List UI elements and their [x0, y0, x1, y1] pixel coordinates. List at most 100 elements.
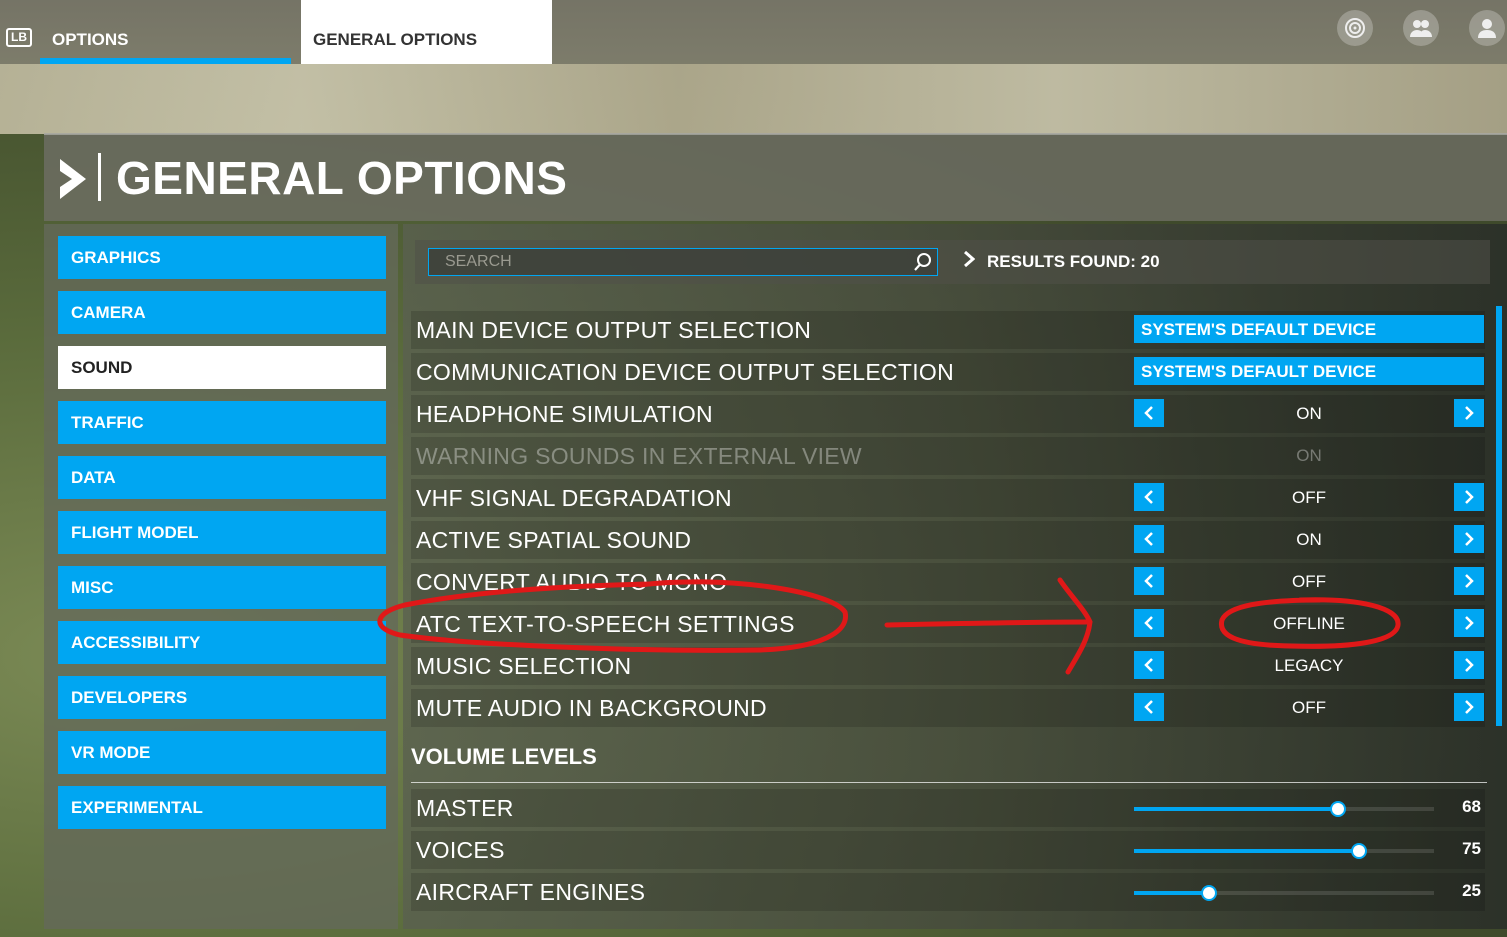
scrollbar[interactable]	[1496, 306, 1502, 726]
chevron-left-icon	[1144, 616, 1153, 630]
previous-value-button[interactable]	[1134, 483, 1164, 511]
previous-value-button[interactable]	[1134, 399, 1164, 427]
previous-value-button[interactable]	[1134, 651, 1164, 679]
sidebar-item-traffic[interactable]: TRAFFIC	[58, 401, 386, 444]
tab-options[interactable]: OPTIONS	[40, 0, 291, 64]
chevron-right-icon	[1465, 658, 1474, 672]
setting-row-music-selection: MUSIC SELECTION LEGACY	[411, 647, 1485, 685]
setting-row-communication-device-output: COMMUNICATION DEVICE OUTPUT SELECTION SY…	[411, 353, 1485, 391]
slider-value: 68	[1462, 797, 1481, 816]
previous-value-button[interactable]	[1134, 567, 1164, 595]
setting-row-atc-text-to-speech: ATC TEXT-TO-SPEECH SETTINGS OFFLINE	[411, 605, 1485, 643]
previous-value-button[interactable]	[1134, 693, 1164, 721]
chevron-right-icon	[1465, 574, 1474, 588]
setting-value: OFFLINE	[1273, 614, 1345, 633]
chevron-right-icon	[60, 159, 86, 199]
chevron-right-icon	[1465, 616, 1474, 630]
chevron-left-icon	[1144, 658, 1153, 672]
search-icon[interactable]	[913, 252, 933, 272]
previous-value-button[interactable]	[1134, 525, 1164, 553]
communication-device-output-dropdown[interactable]: SYSTEM'S DEFAULT DEVICE	[1134, 357, 1484, 385]
slider-value: 25	[1462, 881, 1481, 900]
setting-row-mute-audio-background: MUTE AUDIO IN BACKGROUND OFF	[411, 689, 1485, 727]
next-value-button[interactable]	[1454, 693, 1484, 721]
setting-label: MAIN DEVICE OUTPUT SELECTION	[416, 317, 812, 343]
slider-handle[interactable]	[1201, 885, 1217, 901]
chevron-left-icon	[1144, 406, 1153, 420]
chevron-right-icon	[963, 250, 976, 274]
sidebar-item-graphics[interactable]: GRAPHICS	[58, 236, 386, 279]
next-value-button[interactable]	[1454, 567, 1484, 595]
chevron-left-icon	[1144, 490, 1153, 504]
chevron-left-icon	[1144, 532, 1153, 546]
setting-label: ATC TEXT-TO-SPEECH SETTINGS	[416, 611, 795, 637]
setting-label: ACTIVE SPATIAL SOUND	[416, 527, 692, 553]
next-value-button[interactable]	[1454, 609, 1484, 637]
next-value-button[interactable]	[1454, 651, 1484, 679]
chevron-right-icon	[1465, 406, 1474, 420]
profile-icon[interactable]	[1469, 10, 1505, 46]
setting-row-active-spatial-sound: ACTIVE SPATIAL SOUND ON	[411, 521, 1485, 559]
chevron-right-icon	[1465, 700, 1474, 714]
next-value-button[interactable]	[1454, 483, 1484, 511]
next-value-button[interactable]	[1454, 399, 1484, 427]
setting-label: HEADPHONE SIMULATION	[416, 401, 713, 427]
setting-label: CONVERT AUDIO TO MONO	[416, 569, 728, 595]
slider-value: 75	[1462, 839, 1481, 858]
slider-fill	[1134, 849, 1359, 853]
setting-label: MUSIC SELECTION	[416, 653, 632, 679]
setting-label: VHF SIGNAL DEGRADATION	[416, 485, 732, 511]
search-bar: RESULTS FOUND: 20	[415, 240, 1490, 284]
volume-slider[interactable]	[1134, 885, 1434, 901]
dev-mode-icon[interactable]	[1337, 10, 1373, 46]
sidebar-item-experimental[interactable]: EXPERIMENTAL	[58, 786, 386, 829]
main-device-output-dropdown[interactable]: SYSTEM'S DEFAULT DEVICE	[1134, 315, 1484, 343]
setting-value: OFF	[1292, 698, 1326, 717]
setting-value: ON	[1296, 446, 1322, 465]
slider-label: MASTER	[416, 795, 514, 821]
sidebar-item-flight-model[interactable]: FLIGHT MODEL	[58, 511, 386, 554]
tab-general-options[interactable]: GENERAL OPTIONS	[301, 0, 552, 64]
section-divider	[411, 782, 1487, 783]
section-title-volume-levels: VOLUME LEVELS	[411, 744, 597, 769]
results-text: RESULTS FOUND: 20	[987, 252, 1160, 271]
sidebar-item-developers[interactable]: DEVELOPERS	[58, 676, 386, 719]
multiplayer-icon[interactable]	[1403, 10, 1439, 46]
sidebar-item-vr-mode[interactable]: VR MODE	[58, 731, 386, 774]
volume-slider[interactable]	[1134, 843, 1434, 859]
setting-label: WARNING SOUNDS IN EXTERNAL VIEW	[416, 443, 862, 469]
sidebar-item-camera[interactable]: CAMERA	[58, 291, 386, 334]
search-input[interactable]	[428, 248, 938, 276]
slider-fill	[1134, 891, 1209, 895]
next-value-button[interactable]	[1454, 525, 1484, 553]
slider-label: AIRCRAFT ENGINES	[416, 879, 646, 905]
page-header: GENERAL OPTIONS	[44, 133, 1507, 221]
setting-value: OFF	[1292, 488, 1326, 507]
slider-row-voices: VOICES 75	[411, 831, 1485, 869]
chevron-left-icon	[1144, 700, 1153, 714]
results-count: RESULTS FOUND: 20	[963, 250, 1160, 274]
setting-row-vhf-signal-degradation: VHF SIGNAL DEGRADATION OFF	[411, 479, 1485, 517]
lb-bumper-badge[interactable]: LB	[6, 28, 32, 47]
slider-handle[interactable]	[1351, 843, 1367, 859]
sidebar-item-data[interactable]: DATA	[58, 456, 386, 499]
setting-value: ON	[1296, 404, 1322, 423]
slider-row-master: MASTER 68	[411, 789, 1485, 827]
setting-row-warning-sounds-external: WARNING SOUNDS IN EXTERNAL VIEW ON	[411, 437, 1485, 475]
setting-row-convert-audio-mono: CONVERT AUDIO TO MONO OFF	[411, 563, 1485, 601]
sidebar-item-misc[interactable]: MISC	[58, 566, 386, 609]
chevron-left-icon	[1144, 574, 1153, 588]
sidebar-item-sound[interactable]: SOUND	[58, 346, 386, 389]
setting-value: ON	[1296, 530, 1322, 549]
setting-row-headphone-simulation: HEADPHONE SIMULATION ON	[411, 395, 1485, 433]
top-bar: LB OPTIONS GENERAL OPTIONS	[0, 0, 1507, 64]
previous-value-button[interactable]	[1134, 609, 1164, 637]
volume-slider[interactable]	[1134, 801, 1434, 817]
slider-fill	[1134, 807, 1338, 811]
sidebar-item-accessibility[interactable]: ACCESSIBILITY	[58, 621, 386, 664]
chevron-right-icon	[1465, 490, 1474, 504]
setting-row-main-device-output: MAIN DEVICE OUTPUT SELECTION SYSTEM'S DE…	[411, 311, 1485, 349]
slider-handle[interactable]	[1330, 801, 1346, 817]
chevron-right-icon	[1465, 532, 1474, 546]
page-title: GENERAL OPTIONS	[116, 152, 568, 204]
